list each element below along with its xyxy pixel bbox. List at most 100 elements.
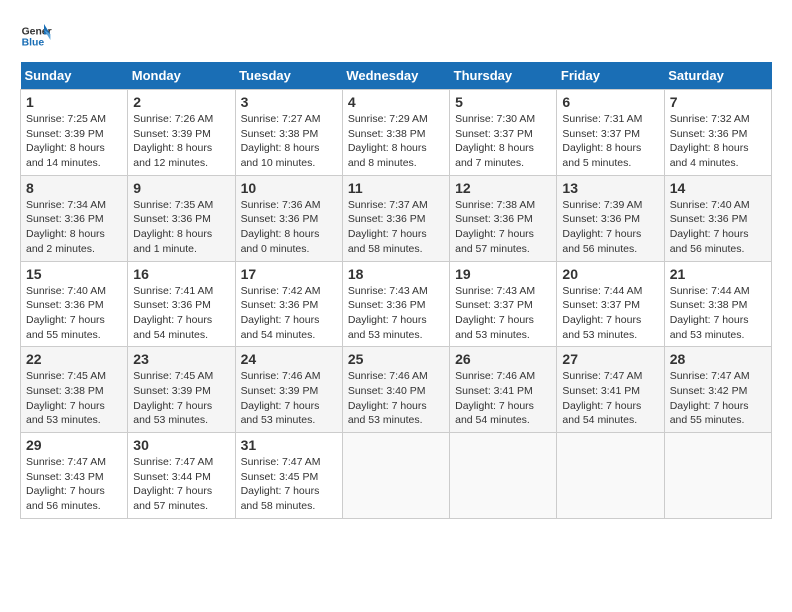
day-info: Sunrise: 7:26 AMSunset: 3:39 PMDaylight:…: [133, 112, 229, 171]
calendar-cell: 26Sunrise: 7:46 AMSunset: 3:41 PMDayligh…: [450, 347, 557, 433]
calendar-cell: 25 Sunrise: 7:46 AMSunset: 3:40 PMDayligh…: [342, 347, 449, 433]
calendar-cell: 2 Sunrise: 7:26 AMSunset: 3:39 PMDaylight…: [128, 90, 235, 176]
day-header-monday: Monday: [128, 62, 235, 90]
day-info: Sunrise: 7:37 AMSunset: 3:36 PMDaylight:…: [348, 198, 444, 257]
day-header-sunday: Sunday: [21, 62, 128, 90]
day-number: 12: [455, 180, 551, 196]
day-info: Sunrise: 7:31 AMSunset: 3:37 PMDaylight:…: [562, 112, 658, 171]
day-number: 13: [562, 180, 658, 196]
calendar-week-1: 1Sunrise: 7:25 AMSunset: 3:39 PMDaylight…: [21, 90, 772, 176]
day-number: 8: [26, 180, 122, 196]
day-number: 21: [670, 266, 766, 282]
logo: General Blue: [20, 20, 52, 52]
day-number: 5: [455, 94, 551, 110]
day-info: Sunrise: 7:40 AMSunset: 3:36 PMDaylight:…: [670, 198, 766, 257]
calendar-cell: 13 Sunrise: 7:39 AMSunset: 3:36 PMDayligh…: [557, 175, 664, 261]
day-info: Sunrise: 7:42 AMSunset: 3:36 PMDaylight:…: [241, 284, 337, 343]
calendar-cell: 18 Sunrise: 7:43 AMSunset: 3:36 PMDayligh…: [342, 261, 449, 347]
calendar-cell: 4 Sunrise: 7:29 AMSunset: 3:38 PMDaylight…: [342, 90, 449, 176]
day-number: 2: [133, 94, 229, 110]
day-number: 28: [670, 351, 766, 367]
day-info: Sunrise: 7:46 AMSunset: 3:40 PMDaylight:…: [348, 369, 444, 428]
calendar-cell: 10 Sunrise: 7:36 AMSunset: 3:36 PMDayligh…: [235, 175, 342, 261]
day-info: Sunrise: 7:39 AMSunset: 3:36 PMDaylight:…: [562, 198, 658, 257]
logo-icon: General Blue: [20, 20, 52, 52]
day-number: 19: [455, 266, 551, 282]
day-info: Sunrise: 7:40 AMSunset: 3:36 PMDaylight:…: [26, 284, 122, 343]
calendar-week-2: 8Sunrise: 7:34 AMSunset: 3:36 PMDaylight…: [21, 175, 772, 261]
calendar-cell: 20Sunrise: 7:44 AMSunset: 3:37 PMDayligh…: [557, 261, 664, 347]
day-header-saturday: Saturday: [664, 62, 771, 90]
day-info: Sunrise: 7:38 AMSunset: 3:36 PMDaylight:…: [455, 198, 551, 257]
day-info: Sunrise: 7:47 AMSunset: 3:41 PMDaylight:…: [562, 369, 658, 428]
day-number: 10: [241, 180, 337, 196]
day-info: Sunrise: 7:47 AMSunset: 3:43 PMDaylight:…: [26, 455, 122, 514]
calendar-week-4: 22Sunrise: 7:45 AMSunset: 3:38 PMDayligh…: [21, 347, 772, 433]
day-info: Sunrise: 7:45 AMSunset: 3:39 PMDaylight:…: [133, 369, 229, 428]
day-number: 25: [348, 351, 444, 367]
calendar-cell: [664, 433, 771, 519]
day-number: 30: [133, 437, 229, 453]
calendar-cell: 14 Sunrise: 7:40 AMSunset: 3:36 PMDayligh…: [664, 175, 771, 261]
day-number: 3: [241, 94, 337, 110]
day-number: 4: [348, 94, 444, 110]
day-info: Sunrise: 7:43 AMSunset: 3:37 PMDaylight:…: [455, 284, 551, 343]
day-info: Sunrise: 7:43 AMSunset: 3:36 PMDaylight:…: [348, 284, 444, 343]
calendar-cell: 3Sunrise: 7:27 AMSunset: 3:38 PMDaylight…: [235, 90, 342, 176]
calendar-cell: 6 Sunrise: 7:31 AMSunset: 3:37 PMDaylight…: [557, 90, 664, 176]
calendar-cell: 31 Sunrise: 7:47 AMSunset: 3:45 PMDayligh…: [235, 433, 342, 519]
calendar-cell: 15 Sunrise: 7:40 AMSunset: 3:36 PMDayligh…: [21, 261, 128, 347]
day-info: Sunrise: 7:41 AMSunset: 3:36 PMDaylight:…: [133, 284, 229, 343]
calendar-cell: 11Sunrise: 7:37 AMSunset: 3:36 PMDayligh…: [342, 175, 449, 261]
day-info: Sunrise: 7:36 AMSunset: 3:36 PMDaylight:…: [241, 198, 337, 257]
calendar-cell: 9Sunrise: 7:35 AMSunset: 3:36 PMDaylight…: [128, 175, 235, 261]
day-info: Sunrise: 7:44 AMSunset: 3:38 PMDaylight:…: [670, 284, 766, 343]
calendar-cell: 28 Sunrise: 7:47 AMSunset: 3:42 PMDayligh…: [664, 347, 771, 433]
day-number: 6: [562, 94, 658, 110]
day-number: 23: [133, 351, 229, 367]
day-header-wednesday: Wednesday: [342, 62, 449, 90]
day-number: 7: [670, 94, 766, 110]
page-header: General Blue: [20, 20, 772, 52]
calendar-cell: [342, 433, 449, 519]
calendar-cell: 22Sunrise: 7:45 AMSunset: 3:38 PMDayligh…: [21, 347, 128, 433]
day-number: 18: [348, 266, 444, 282]
calendar-cell: 8Sunrise: 7:34 AMSunset: 3:36 PMDaylight…: [21, 175, 128, 261]
day-header-thursday: Thursday: [450, 62, 557, 90]
day-number: 17: [241, 266, 337, 282]
day-info: Sunrise: 7:47 AMSunset: 3:45 PMDaylight:…: [241, 455, 337, 514]
calendar-week-5: 29Sunrise: 7:47 AMSunset: 3:43 PMDayligh…: [21, 433, 772, 519]
calendar-cell: 17 Sunrise: 7:42 AMSunset: 3:36 PMDayligh…: [235, 261, 342, 347]
day-number: 14: [670, 180, 766, 196]
calendar-cell: 21 Sunrise: 7:44 AMSunset: 3:38 PMDayligh…: [664, 261, 771, 347]
day-info: Sunrise: 7:47 AMSunset: 3:42 PMDaylight:…: [670, 369, 766, 428]
day-number: 20: [562, 266, 658, 282]
day-number: 15: [26, 266, 122, 282]
calendar-cell: 24Sunrise: 7:46 AMSunset: 3:39 PMDayligh…: [235, 347, 342, 433]
calendar-cell: [557, 433, 664, 519]
calendar-cell: 30 Sunrise: 7:47 AMSunset: 3:44 PMDayligh…: [128, 433, 235, 519]
calendar-cell: 23 Sunrise: 7:45 AMSunset: 3:39 PMDayligh…: [128, 347, 235, 433]
calendar-cell: 12 Sunrise: 7:38 AMSunset: 3:36 PMDayligh…: [450, 175, 557, 261]
calendar-table: SundayMondayTuesdayWednesdayThursdayFrid…: [20, 62, 772, 519]
day-number: 22: [26, 351, 122, 367]
calendar-week-3: 15 Sunrise: 7:40 AMSunset: 3:36 PMDayligh…: [21, 261, 772, 347]
day-number: 1: [26, 94, 122, 110]
calendar-cell: 7 Sunrise: 7:32 AMSunset: 3:36 PMDaylight…: [664, 90, 771, 176]
day-number: 31: [241, 437, 337, 453]
calendar-cell: 29Sunrise: 7:47 AMSunset: 3:43 PMDayligh…: [21, 433, 128, 519]
calendar-cell: 16 Sunrise: 7:41 AMSunset: 3:36 PMDayligh…: [128, 261, 235, 347]
day-header-tuesday: Tuesday: [235, 62, 342, 90]
day-header-friday: Friday: [557, 62, 664, 90]
day-info: Sunrise: 7:29 AMSunset: 3:38 PMDaylight:…: [348, 112, 444, 171]
svg-text:Blue: Blue: [22, 38, 45, 49]
calendar-cell: 27Sunrise: 7:47 AMSunset: 3:41 PMDayligh…: [557, 347, 664, 433]
day-info: Sunrise: 7:46 AMSunset: 3:39 PMDaylight:…: [241, 369, 337, 428]
day-info: Sunrise: 7:35 AMSunset: 3:36 PMDaylight:…: [133, 198, 229, 257]
day-info: Sunrise: 7:46 AMSunset: 3:41 PMDaylight:…: [455, 369, 551, 428]
calendar-cell: 19 Sunrise: 7:43 AMSunset: 3:37 PMDayligh…: [450, 261, 557, 347]
day-info: Sunrise: 7:30 AMSunset: 3:37 PMDaylight:…: [455, 112, 551, 171]
day-info: Sunrise: 7:32 AMSunset: 3:36 PMDaylight:…: [670, 112, 766, 171]
day-number: 16: [133, 266, 229, 282]
day-info: Sunrise: 7:47 AMSunset: 3:44 PMDaylight:…: [133, 455, 229, 514]
